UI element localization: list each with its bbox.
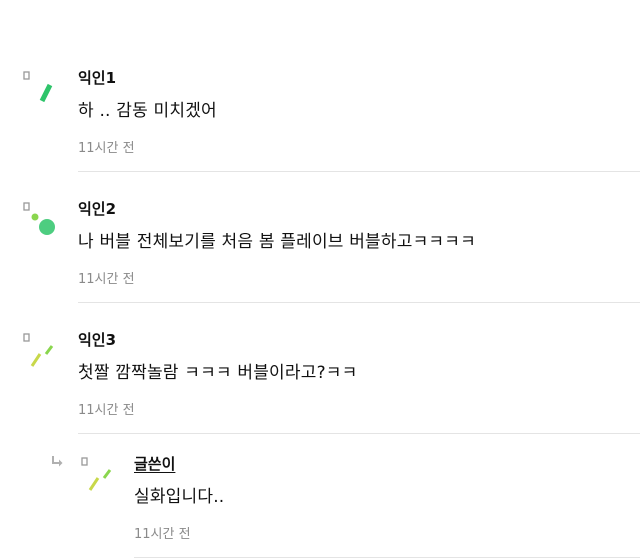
comment-divider xyxy=(78,302,640,303)
comment-author[interactable]: 익인3 xyxy=(78,331,116,349)
comment-time: 11시간 전 xyxy=(78,272,135,287)
reply-time: 11시간 전 xyxy=(134,527,191,542)
comment-time: 11시간 전 xyxy=(78,141,135,156)
comment-divider xyxy=(78,433,640,434)
reply-divider xyxy=(134,557,640,558)
yellow-green-ticks-avatar-icon[interactable] xyxy=(22,332,62,372)
reply-text: 실화입니다.. xyxy=(134,487,225,507)
reply-author[interactable]: 글쓴이 xyxy=(134,455,175,473)
yellow-green-ticks-avatar-icon[interactable] xyxy=(80,456,120,496)
green-slash-avatar-icon[interactable] xyxy=(22,70,62,110)
comment-text: 하 .. 감동 미치겠어 xyxy=(78,101,217,121)
comment-text: 나 버블 전체보기를 처음 봄 플레이브 버블하고ㅋㅋㅋㅋ xyxy=(78,232,476,252)
comment-author[interactable]: 익인1 xyxy=(78,69,116,87)
reply-arrow-icon xyxy=(50,454,66,470)
comment-text: 첫짤 깜짝놀람 ㅋㅋㅋ 버블이라고?ㅋㅋ xyxy=(78,363,358,383)
comment-author[interactable]: 익인2 xyxy=(78,200,116,218)
comment-time: 11시간 전 xyxy=(78,403,135,418)
comment-divider xyxy=(78,171,640,172)
green-dots-avatar-icon[interactable] xyxy=(22,201,62,241)
